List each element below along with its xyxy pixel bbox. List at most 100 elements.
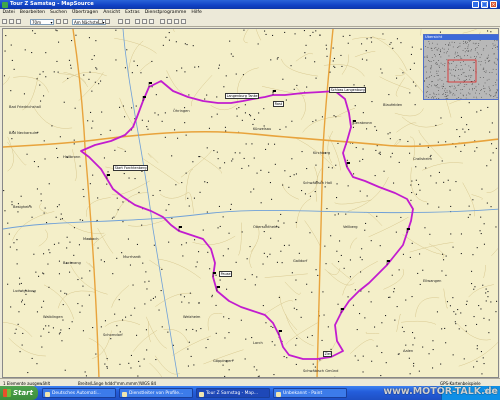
town-dot [319, 34, 321, 36]
town-dot [89, 270, 91, 272]
waypoint-label[interactable]: Pause [219, 271, 233, 277]
town-dot [295, 363, 297, 365]
menu-ansicht[interactable]: Ansicht [101, 9, 123, 17]
town-dot [389, 296, 391, 298]
waypoint-label[interactable]: Schloss Langenburg [329, 87, 367, 93]
overview-dot [425, 46, 426, 47]
title-bar: Tour Z Samstag - MapSource _ □ × [0, 0, 500, 9]
taskbar-item[interactable]: Dienstleiter von Profile... [119, 388, 193, 398]
overview-dot [489, 72, 491, 73]
menu-dienstprogramme[interactable]: Dienstprogramme [142, 9, 189, 17]
town-dot [272, 326, 274, 328]
town-dot [394, 319, 396, 321]
town-dot [362, 355, 364, 357]
town-dot [194, 239, 196, 241]
receive-icon[interactable] [98, 19, 103, 24]
overview-dot [498, 56, 499, 57]
town-dot [23, 93, 25, 95]
town-dot [481, 373, 483, 375]
town-dot [491, 143, 493, 145]
town-dot [211, 296, 213, 298]
town-dot [370, 240, 372, 242]
close-button[interactable]: × [490, 1, 497, 8]
town-dot [473, 316, 475, 318]
overview-dot [447, 98, 449, 99]
menu-datei[interactable]: Datei [0, 9, 17, 17]
overview-dot [456, 56, 457, 57]
route-tool-icon[interactable] [149, 19, 154, 24]
town-dot [326, 208, 328, 210]
town-dot [114, 149, 116, 151]
overview-dot [451, 63, 453, 64]
town-dot [289, 175, 291, 177]
zoom-tool-icon[interactable] [135, 19, 140, 24]
minor-road [155, 292, 193, 307]
track-tool-icon[interactable] [160, 19, 165, 24]
new-file-icon[interactable] [2, 19, 7, 24]
town-dot [165, 36, 167, 38]
waypoint-label[interactable]: Langenburg Tanke [225, 93, 260, 99]
overview-dot [424, 80, 425, 81]
overview-dot [463, 43, 465, 44]
minimize-button[interactable]: _ [472, 1, 479, 8]
waypoint-label[interactable]: Ziel [323, 351, 333, 357]
overview-dot [430, 71, 431, 73]
menu-suchen[interactable]: Suchen [48, 9, 70, 17]
maximize-button[interactable]: □ [481, 1, 488, 8]
town-dot [200, 328, 202, 330]
select-tool-icon[interactable] [125, 19, 130, 24]
open-file-icon[interactable] [9, 19, 14, 24]
town-dot [225, 75, 227, 77]
taskbar-item[interactable]: Deutsches Automati... [42, 388, 116, 398]
menu-bearbeiten[interactable]: Bearbeiten [17, 9, 47, 17]
menu-extras[interactable]: Extras [123, 9, 143, 17]
town-dot [58, 260, 60, 262]
town-dot [333, 115, 335, 117]
overview-dot [495, 69, 497, 70]
town-dot [390, 156, 392, 158]
town-dot [276, 58, 278, 60]
town-dot [437, 141, 439, 143]
menu-hilfe[interactable]: Hilfe [189, 9, 204, 17]
overview-dot [471, 75, 473, 77]
save-file-icon[interactable] [16, 19, 21, 24]
town-dot [278, 296, 280, 298]
overview-dot [436, 75, 438, 76]
town-dot [36, 188, 38, 190]
zoom-select[interactable]: 70m [30, 18, 54, 25]
town-dot [31, 216, 33, 218]
town-dot [441, 160, 443, 162]
menu-uebertragen[interactable]: Übertragen [70, 9, 101, 17]
overview-dot [440, 62, 442, 64]
town-dot [496, 300, 498, 302]
overview-dot [449, 42, 450, 44]
start-button[interactable]: Start [0, 386, 38, 400]
measure-tool-icon[interactable] [167, 19, 172, 24]
overview-dot [495, 47, 496, 48]
town-dot [492, 152, 494, 154]
town-dot [79, 219, 81, 221]
taskbar-item[interactable]: Unbekannt - Paint [273, 388, 347, 398]
zoom-in-icon[interactable] [56, 19, 61, 24]
overview-map[interactable]: Übersicht [423, 34, 499, 100]
send-icon[interactable] [105, 19, 110, 24]
town-dot [73, 254, 75, 256]
minor-road [263, 300, 294, 316]
town-dot [248, 165, 250, 167]
eraser-tool-icon[interactable] [174, 19, 179, 24]
waypoint-tool-icon[interactable] [142, 19, 147, 24]
town-dot [333, 57, 335, 59]
zoom-out-icon[interactable] [63, 19, 68, 24]
town-dot [413, 62, 415, 64]
overview-dot [498, 52, 499, 53]
town-dot [100, 134, 102, 136]
taskbar-item-active[interactable]: Tour Z Samstag - Map... [196, 388, 270, 398]
hand-tool-icon[interactable] [118, 19, 123, 24]
overview-dot [467, 55, 468, 56]
town-dot [306, 86, 308, 88]
overview-canvas[interactable] [424, 40, 499, 100]
text-tool-icon[interactable] [181, 19, 186, 24]
town-dot [168, 204, 170, 206]
waypoint-label[interactable]: Start Forchtenberg [113, 165, 149, 171]
waypoint-label[interactable]: Rast [273, 101, 284, 107]
